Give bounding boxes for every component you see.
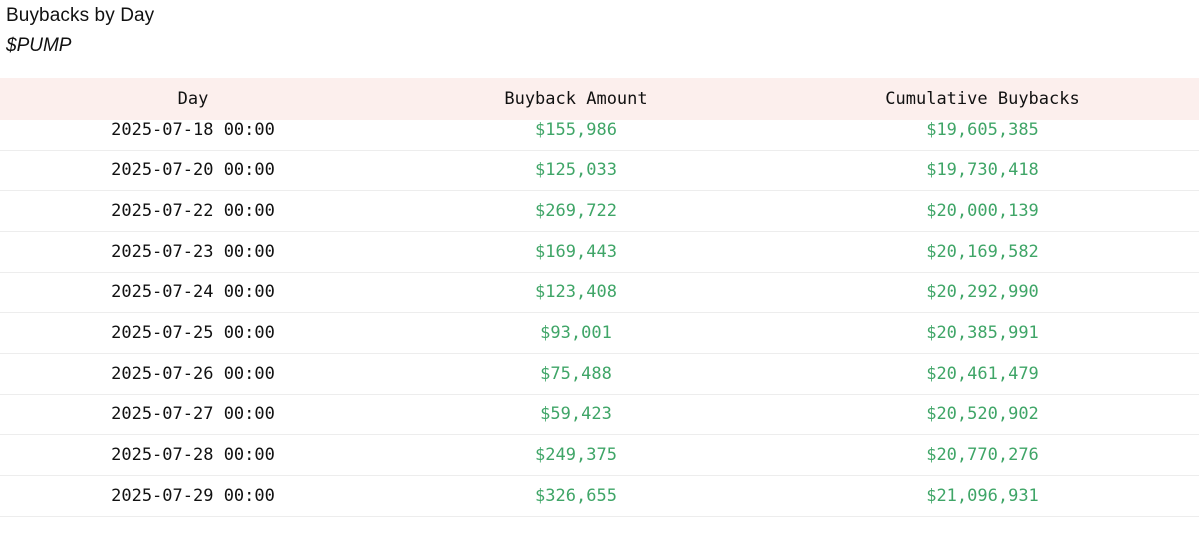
cell-buyback-amount: $75,488 xyxy=(540,363,612,384)
buybacks-table: Day Buyback Amount Cumulative Buybacks 2… xyxy=(0,78,1199,517)
cell-buyback-amount: $326,655 xyxy=(535,485,617,506)
cell-buyback-amount: $249,375 xyxy=(535,445,617,466)
cell-buyback-amount: $123,408 xyxy=(535,282,617,303)
cell-cumulative-buybacks: $20,461,479 xyxy=(926,363,1039,384)
cell-cumulative-buybacks: $21,096,931 xyxy=(926,485,1039,506)
cell-buyback-amount: $125,033 xyxy=(535,160,617,181)
cell-cumulative-buybacks: $20,292,990 xyxy=(926,282,1039,303)
cell-day: 2025-07-29 00:00 xyxy=(111,485,275,506)
table-row: 2025-07-29 00:00 $326,655 $21,096,931 xyxy=(0,476,1199,517)
table-container[interactable]: Day Buyback Amount Cumulative Buybacks 2… xyxy=(0,78,1199,518)
cell-cumulative-buybacks: $20,385,991 xyxy=(926,323,1039,344)
table-row: 2025-07-23 00:00 $169,443 $20,169,582 xyxy=(0,231,1199,273)
column-header-day[interactable]: Day xyxy=(0,78,386,120)
cell-day: 2025-07-24 00:00 xyxy=(111,282,275,303)
cell-day: 2025-07-20 00:00 xyxy=(111,160,275,181)
cell-day: 2025-07-23 00:00 xyxy=(111,241,275,262)
cell-cumulative-buybacks: $20,770,276 xyxy=(926,445,1039,466)
cell-cumulative-buybacks: $19,605,385 xyxy=(926,120,1039,140)
column-header-buyback-amount[interactable]: Buyback Amount xyxy=(386,78,766,120)
cell-cumulative-buybacks: $20,000,139 xyxy=(926,201,1039,222)
cell-buyback-amount: $93,001 xyxy=(540,323,612,344)
column-header-cumulative-buybacks[interactable]: Cumulative Buybacks xyxy=(766,78,1199,120)
table-row: 2025-07-28 00:00 $249,375 $20,770,276 xyxy=(0,435,1199,476)
cell-day: 2025-07-22 00:00 xyxy=(111,201,275,222)
table-row: 2025-07-22 00:00 $269,722 $20,000,139 xyxy=(0,191,1199,232)
cell-cumulative-buybacks: $19,730,418 xyxy=(926,160,1039,181)
table-row: 2025-07-20 00:00 $125,033 $19,730,418 xyxy=(0,150,1199,191)
page: Buybacks by Day $PUMP Day Buyback Amount… xyxy=(0,0,1199,536)
table-body: 2025-07-18 00:00 $155,986 $19,605,385 20… xyxy=(0,120,1199,517)
table-row: 2025-07-24 00:00 $123,408 $20,292,990 xyxy=(0,272,1199,313)
header-row: Day Buyback Amount Cumulative Buybacks xyxy=(0,78,1199,120)
table-header: Day Buyback Amount Cumulative Buybacks xyxy=(0,78,1199,120)
page-subtitle: $PUMP xyxy=(6,35,72,56)
table-row: 2025-07-26 00:00 $75,488 $20,461,479 xyxy=(0,353,1199,395)
cell-day: 2025-07-18 00:00 xyxy=(111,120,275,140)
cell-day: 2025-07-28 00:00 xyxy=(111,445,275,466)
cell-buyback-amount: $59,423 xyxy=(540,404,612,425)
cell-day: 2025-07-25 00:00 xyxy=(111,323,275,344)
table-row: 2025-07-25 00:00 $93,001 $20,385,991 xyxy=(0,313,1199,354)
cell-day: 2025-07-26 00:00 xyxy=(111,363,275,384)
cell-day: 2025-07-27 00:00 xyxy=(111,404,275,425)
table-row: 2025-07-27 00:00 $59,423 $20,520,902 xyxy=(0,394,1199,435)
cell-cumulative-buybacks: $20,169,582 xyxy=(926,241,1039,262)
cell-buyback-amount: $169,443 xyxy=(535,241,617,262)
cell-buyback-amount: $269,722 xyxy=(535,201,617,222)
table-row: 2025-07-18 00:00 $155,986 $19,605,385 xyxy=(0,120,1199,150)
cell-cumulative-buybacks: $20,520,902 xyxy=(926,404,1039,425)
page-title: Buybacks by Day xyxy=(6,5,155,26)
cell-buyback-amount: $155,986 xyxy=(535,120,617,140)
